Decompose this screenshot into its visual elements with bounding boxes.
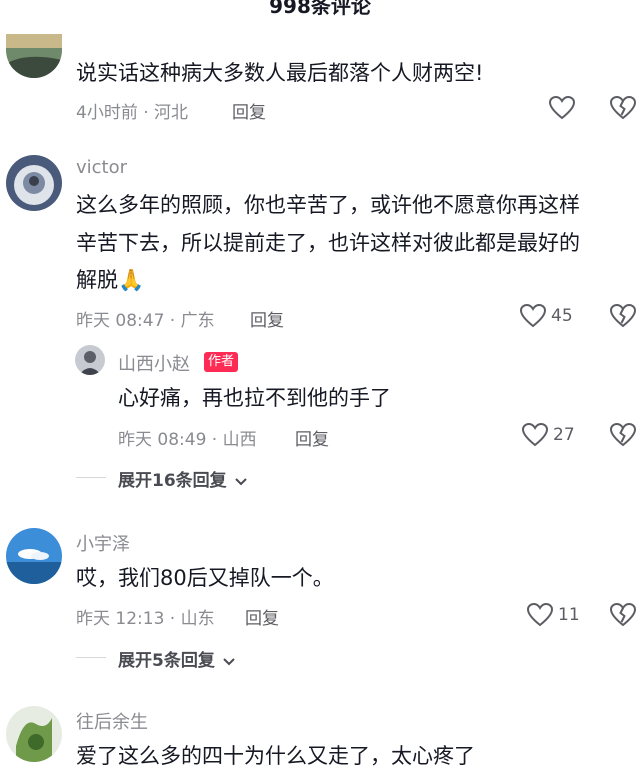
pray-emoji: 🙏 — [118, 268, 145, 292]
comment-time-location: 昨天 12:13 · 山东 — [76, 609, 215, 629]
comment-text-end: 解脱 — [76, 268, 118, 292]
heart-outline-icon[interactable] — [549, 96, 575, 120]
broken-heart-icon[interactable] — [610, 96, 636, 120]
avatar[interactable] — [6, 34, 62, 78]
expand-divider — [76, 657, 106, 658]
expand-replies-button[interactable]: 展开5条回复 — [118, 646, 236, 671]
avatar[interactable] — [6, 155, 62, 211]
expand-divider — [76, 477, 106, 478]
comment-username[interactable]: 往后余生 — [76, 708, 148, 734]
comment-time-location: 4小时前 · 河北 — [76, 103, 189, 123]
chevron-down-icon — [223, 657, 235, 665]
reply-time-location: 昨天 08:49 · 山西 — [118, 430, 257, 450]
author-badge: 作者 — [204, 352, 239, 372]
expand-replies-label: 展开5条回复 — [118, 651, 215, 671]
like-count: 27 — [553, 425, 575, 445]
heart-outline-icon[interactable] — [522, 423, 548, 447]
comment-time-location: 昨天 08:47 · 广东 — [76, 311, 215, 331]
expand-replies-button[interactable]: 展开16条回复 — [118, 466, 248, 491]
comment-text: 哎，我们80后又掉队一个。 — [76, 566, 334, 590]
avatar[interactable] — [6, 706, 62, 762]
comment-text: 说实话这种病大多数人最后都落个人财两空! — [76, 61, 484, 85]
like-count: 11 — [558, 605, 580, 625]
comment-text-line-3: 解脱🙏 — [76, 262, 144, 299]
comment-username[interactable]: victor — [76, 157, 127, 178]
broken-heart-icon[interactable] — [610, 304, 636, 328]
reply-button[interactable]: 回复 — [250, 306, 284, 331]
heart-outline-icon[interactable] — [520, 304, 546, 328]
heart-outline-icon[interactable] — [527, 603, 553, 627]
avatar[interactable] — [6, 528, 62, 584]
chevron-down-icon — [235, 477, 247, 485]
reply-button[interactable]: 回复 — [295, 425, 329, 450]
broken-heart-icon[interactable] — [610, 603, 636, 627]
broken-heart-icon[interactable] — [610, 423, 636, 447]
reply-button[interactable]: 回复 — [245, 604, 279, 629]
comment-text-line-2: 辛苦下去，所以提前走了，也许这样对彼此都是最好的 — [76, 231, 580, 255]
comment-text-line-1: 这么多年的照顾，你也辛苦了，或许他不愿意你再这样 — [76, 193, 580, 217]
reply-button[interactable]: 回复 — [232, 98, 266, 123]
reply-text: 心好痛，再也拉不到他的手了 — [118, 386, 391, 410]
reply-username[interactable]: 山西小赵 — [118, 350, 190, 376]
comment-text: 爱了这么多的四十为什么又走了，太心疼了 — [76, 744, 475, 768]
comment-username[interactable]: 小宇泽 — [76, 530, 130, 556]
reply-avatar[interactable] — [75, 345, 105, 375]
like-count: 45 — [551, 306, 573, 326]
expand-replies-label: 展开16条回复 — [118, 471, 227, 491]
comments-count-title: 998条评论 — [269, 0, 371, 18]
